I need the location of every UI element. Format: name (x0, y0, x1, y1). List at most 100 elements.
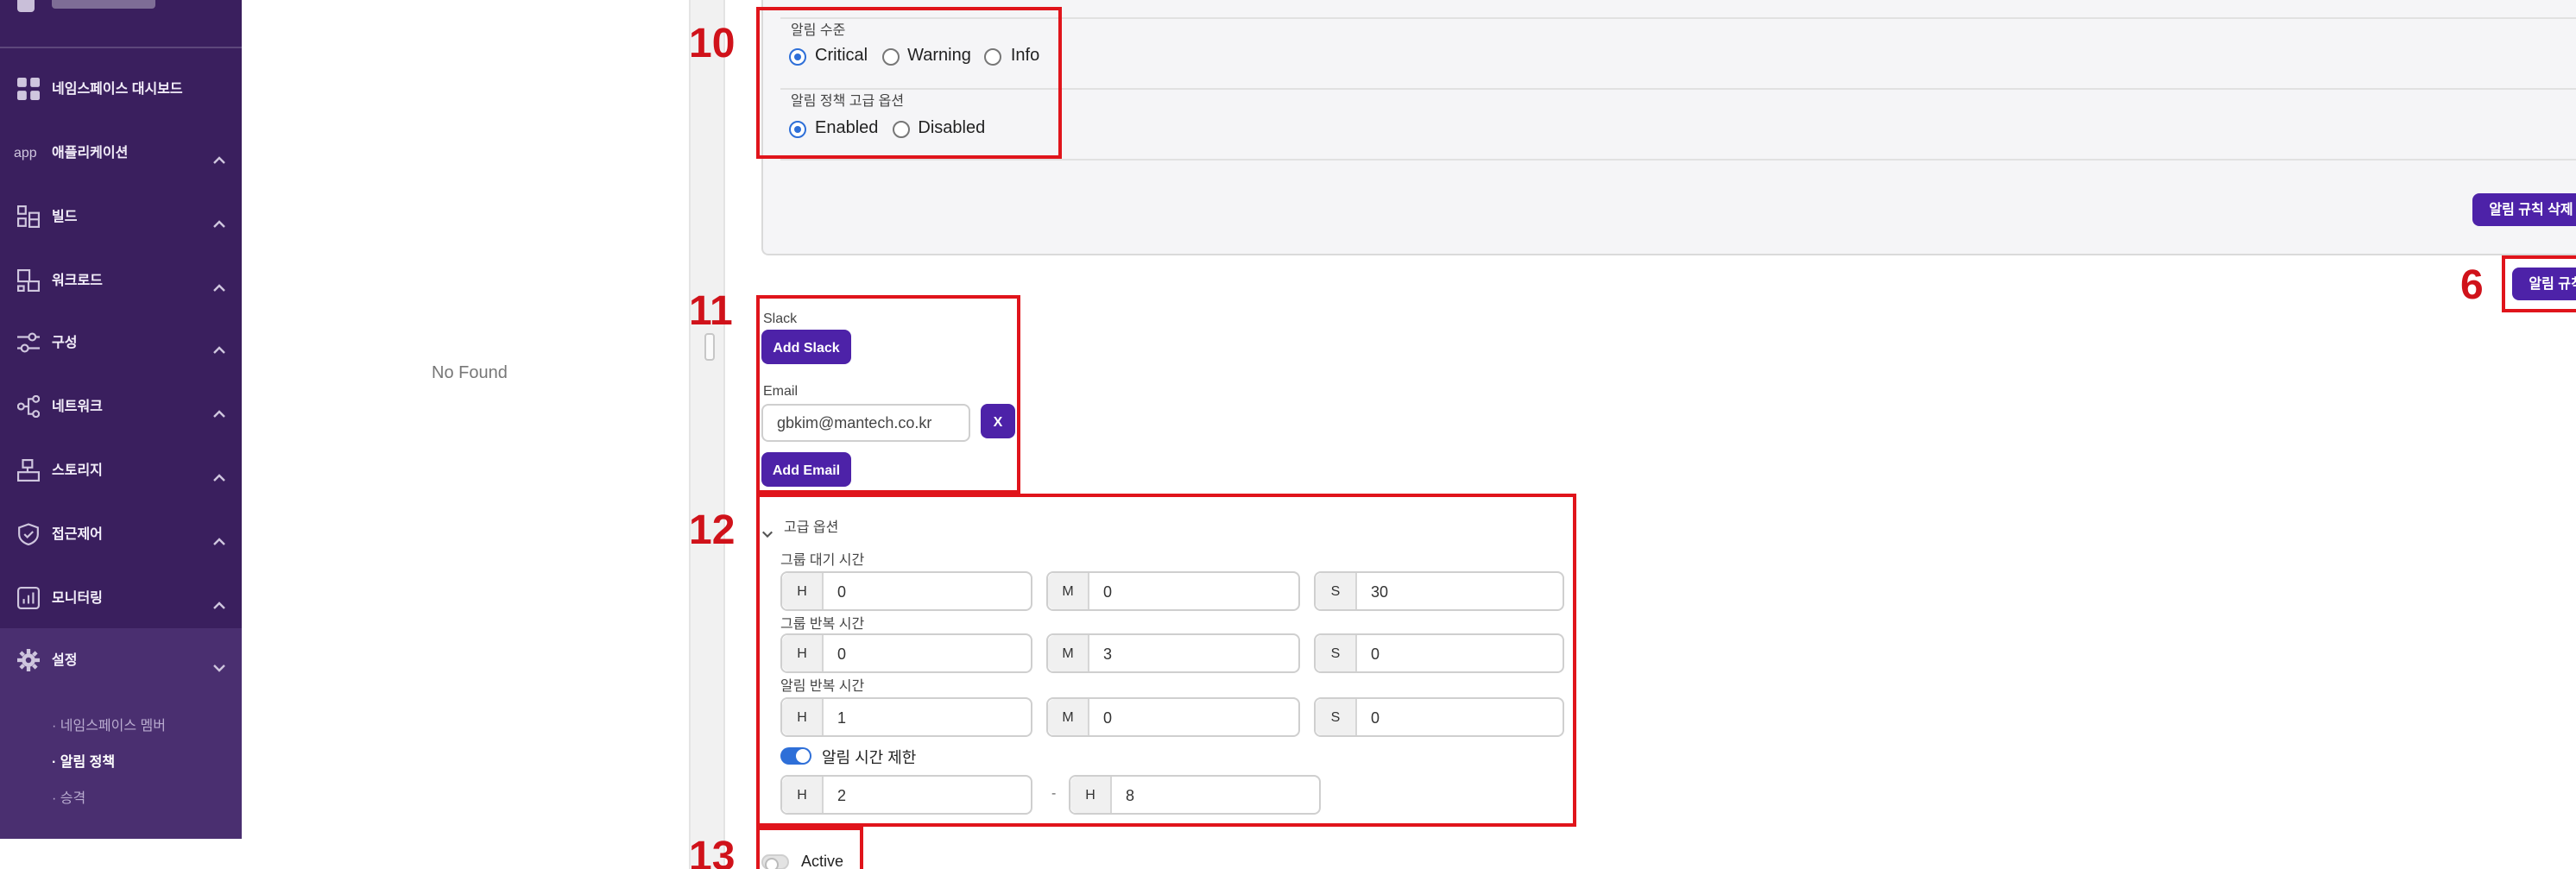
chevron-up-icon (212, 273, 226, 292)
callout-number-13: 13 (689, 834, 736, 869)
sidebar-item-label: 모니터링 (52, 589, 103, 605)
folder-icon (17, 0, 35, 12)
callout-number-12: 12 (689, 507, 736, 554)
radio-empty-icon (892, 120, 910, 137)
divider (780, 17, 2576, 19)
chevron-up-icon (212, 209, 226, 228)
chevron-up-icon (212, 463, 226, 482)
chevron-down-icon (212, 652, 226, 672)
build-icon (16, 204, 40, 228)
alert-rule-card (761, 0, 2576, 255)
sidebar-item-monitoring[interactable]: 모니터링 (0, 566, 242, 628)
email-field[interactable]: gbkim@mantech.co.kr (761, 404, 970, 442)
network-icon (16, 394, 40, 418)
callout-number-11: 11 (689, 288, 733, 335)
radio-critical[interactable]: Critical (789, 47, 868, 66)
radio-info[interactable]: Info (984, 47, 1039, 66)
sidebar-footer-space (0, 839, 242, 869)
delete-alert-rule-button[interactable]: 알림 규칙 삭제 (2472, 193, 2576, 226)
sidebar-item-config[interactable]: 구성 (0, 311, 242, 373)
divider (780, 159, 2576, 161)
alert-level-radio-group: Critical Warning Info (789, 47, 1053, 66)
time-limit-from-hours-input[interactable]: H2 (780, 775, 1032, 815)
time-limit-toggle[interactable] (780, 747, 811, 765)
time-range-separator: - (1051, 785, 1057, 801)
grid-icon (16, 76, 40, 100)
group-repeat-label: 그룹 반복 시간 (780, 616, 865, 632)
sidebar-item-workload[interactable]: 워크로드 (0, 249, 242, 311)
sidebar-top-label (52, 0, 155, 9)
sidebar-item-label: 애플리케이션 (52, 144, 129, 160)
group-wait-label: 그룹 대기 시간 (780, 552, 865, 568)
radio-warning[interactable]: Warning (881, 47, 971, 66)
add-email-button[interactable]: Add Email (761, 452, 851, 487)
sidebar-item-applications[interactable]: app 애플리케이션 (0, 121, 242, 183)
radio-selected-icon (789, 47, 806, 65)
alert-repeat-minutes-input[interactable]: M0 (1046, 697, 1300, 737)
alert-repeat-seconds-input[interactable]: S0 (1314, 697, 1564, 737)
chevron-up-icon (212, 145, 226, 164)
shield-icon (16, 521, 40, 545)
radio-empty-icon (984, 47, 1002, 65)
sidebar-item-label: 구성 (52, 334, 78, 349)
sidebar-item-storage[interactable]: 스토리지 (0, 438, 242, 501)
settings-sub-promotion[interactable]: · 승격 (52, 789, 85, 808)
alert-level-label: 알림 수준 (791, 22, 846, 38)
radio-empty-icon (881, 47, 900, 65)
callout-number-10: 10 (689, 21, 736, 67)
add-slack-button[interactable]: Add Slack (761, 330, 851, 364)
add-alert-rule-button[interactable]: 알림 규칙 추가 (2512, 268, 2576, 300)
sidebar-item-network[interactable]: 네트워크 (0, 375, 242, 437)
sidebar-item-settings[interactable]: 설정 (0, 628, 242, 690)
chart-icon (16, 585, 40, 609)
time-limit-to-hours-input[interactable]: H8 (1069, 775, 1321, 815)
chevron-down-icon[interactable] (761, 518, 773, 538)
sidebar-item-label: 스토리지 (52, 462, 103, 477)
radio-selected-icon (789, 120, 806, 137)
active-label: Active (801, 853, 844, 869)
chevron-up-icon (212, 335, 226, 354)
advanced-options-header[interactable]: 고급 옵션 (784, 518, 838, 537)
advanced-policy-radio-group: Enabled Disabled (789, 119, 999, 138)
workload-icon (16, 268, 40, 292)
callout-number-6: 6 (2460, 262, 2484, 309)
sidebar: 네임스페이스 대시보드 app 애플리케이션 빌드 워크로드 구성 네트워크 스… (0, 0, 242, 839)
chevron-up-icon (212, 399, 226, 418)
empty-list-message: No Found (432, 364, 508, 383)
radio-disabled[interactable]: Disabled (892, 119, 985, 138)
sidebar-item-namespace-dashboard[interactable]: 네임스페이스 대시보드 (0, 57, 242, 119)
sidebar-item-label: 워크로드 (52, 272, 103, 287)
sidebar-item-label: 네트워크 (52, 398, 103, 413)
sidebar-item-label: 설정 (52, 652, 78, 667)
group-wait-hours-input[interactable]: H0 (780, 571, 1032, 611)
radio-enabled[interactable]: Enabled (789, 119, 878, 138)
sidebar-item-label: 네임스페이스 대시보드 (52, 80, 183, 96)
active-toggle[interactable] (761, 854, 789, 869)
settings-sub-namespace-members[interactable]: · 네임스페이스 멤버 (52, 716, 166, 735)
resize-handle[interactable] (704, 333, 715, 361)
group-repeat-hours-input[interactable]: H0 (780, 633, 1032, 673)
gear-icon (16, 647, 40, 671)
sidebar-item-label: 빌드 (52, 208, 78, 224)
chevron-up-icon (212, 590, 226, 609)
sidebar-item-build[interactable]: 빌드 (0, 185, 242, 247)
time-limit-label: 알림 시간 제한 (822, 749, 917, 766)
sliders-icon (16, 330, 40, 354)
alert-repeat-hours-input[interactable]: H1 (780, 697, 1032, 737)
advanced-policy-label: 알림 정책 고급 옵션 (791, 93, 905, 109)
alert-repeat-label: 알림 반복 시간 (780, 678, 865, 694)
group-repeat-seconds-input[interactable]: S0 (1314, 633, 1564, 673)
storage-icon (16, 457, 40, 482)
email-label: Email (763, 383, 799, 399)
remove-email-button[interactable]: X (981, 404, 1015, 438)
app-icon: app (14, 144, 37, 160)
group-wait-minutes-input[interactable]: M0 (1046, 571, 1300, 611)
divider (780, 88, 2576, 90)
split-gutter[interactable] (689, 0, 725, 869)
group-wait-seconds-input[interactable]: S 30 (1314, 571, 1564, 611)
sidebar-item-label: 접근제어 (52, 526, 103, 541)
group-repeat-minutes-input[interactable]: M3 (1046, 633, 1300, 673)
settings-sub-alert-policy[interactable]: · 알림 정책 (52, 753, 115, 771)
sidebar-item-access-control[interactable]: 접근제어 (0, 502, 242, 564)
sidebar-top-item[interactable] (0, 0, 242, 48)
